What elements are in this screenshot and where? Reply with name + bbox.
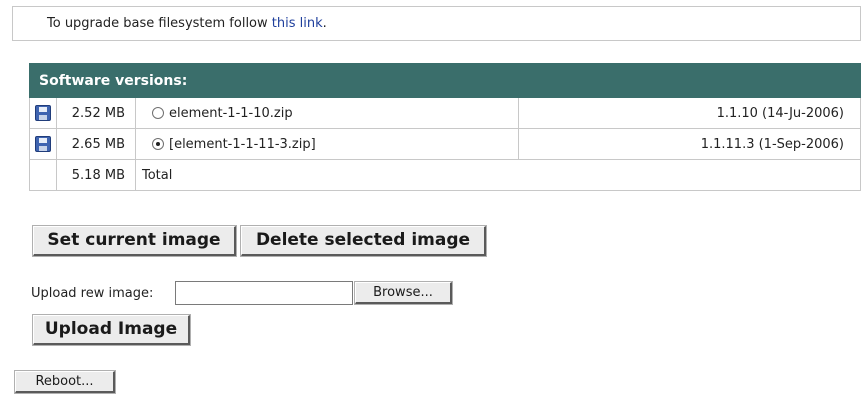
upgrade-notice: To upgrade base filesystem follow this l… — [12, 6, 861, 41]
table-row: 2.52 MB element-1-1-10.zip 1.1.10 (14-Ju… — [29, 97, 861, 129]
software-versions-table: Software versions: 2.52 MB element-1-1-1… — [29, 63, 861, 191]
total-size: 5.18 MB — [56, 159, 136, 191]
delete-selected-image-button[interactable]: Delete selected image — [241, 226, 486, 256]
version-radio[interactable] — [152, 107, 164, 119]
version-date: 1.1.10 (14-Ju-2006) — [518, 97, 861, 129]
floppy-disk-icon — [35, 136, 51, 152]
software-versions-header: Software versions: — [29, 63, 861, 98]
version-radio-selected[interactable] — [152, 138, 164, 150]
reboot-button[interactable]: Reboot... — [15, 371, 115, 393]
upgrade-link[interactable]: this link — [272, 16, 323, 31]
floppy-disk-icon — [35, 105, 51, 121]
set-current-image-button[interactable]: Set current image — [33, 226, 236, 256]
upload-image-label: Upload rew image: — [31, 286, 154, 301]
total-label: Total — [135, 159, 861, 191]
total-row: 5.18 MB Total — [29, 159, 861, 191]
file-name: element-1-1-10.zip — [169, 105, 293, 121]
table-row: 2.65 MB [element-1-1-11-3.zip] 1.1.11.3 … — [29, 128, 861, 160]
file-size: 2.52 MB — [56, 97, 136, 129]
upgrade-notice-suffix: . — [322, 16, 327, 31]
upload-image-button[interactable]: Upload Image — [33, 315, 190, 345]
file-size: 2.65 MB — [56, 128, 136, 160]
version-date: 1.1.11.3 (1-Sep-2006) — [518, 128, 861, 160]
browse-button[interactable]: Browse... — [355, 282, 452, 304]
upgrade-notice-text: To upgrade base filesystem follow — [47, 16, 268, 31]
file-name: [element-1-1-11-3.zip] — [169, 136, 316, 152]
upload-file-field[interactable] — [175, 281, 353, 305]
